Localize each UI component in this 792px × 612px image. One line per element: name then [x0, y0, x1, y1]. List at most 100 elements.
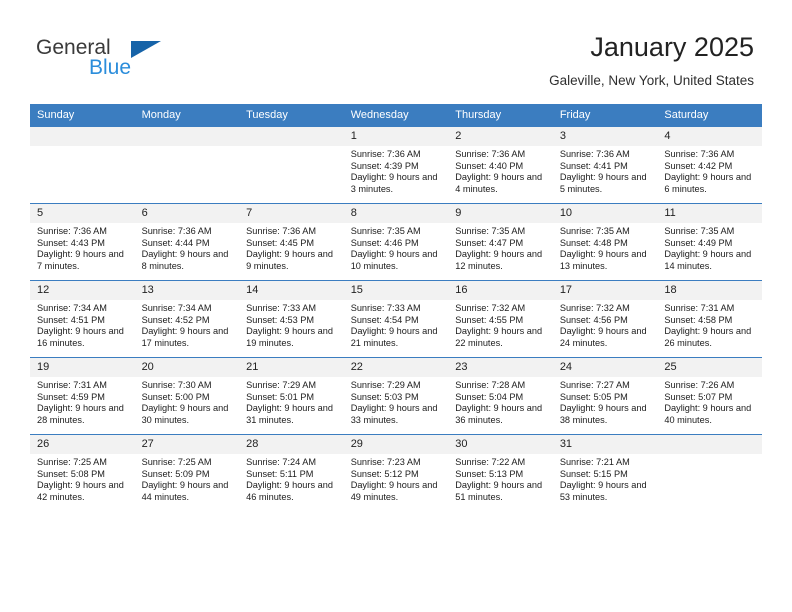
sunset-text: Sunset: 5:03 PM [350, 391, 419, 402]
daylight-text: Daylight: 9 hours and 5 minutes. [559, 172, 647, 194]
sunset-text: Sunset: 4:54 PM [350, 314, 419, 325]
sunset-text: Sunset: 4:47 PM [455, 237, 524, 248]
calendar-day-cell[interactable]: 26 Sunrise: 7:25 AM Sunset: 5:08 PM Dayligh… [30, 434, 135, 511]
calendar-day-cell[interactable]: 13 Sunrise: 7:34 AM Sunset: 4:52 PM Dayligh… [134, 280, 240, 358]
day-sun-info: Sunrise: 7:36 AM Sunset: 4:44 PM Daylight:… [135, 223, 240, 272]
day-sun-info: Sunrise: 7:29 AM Sunset: 5:01 PM Daylight:… [239, 377, 344, 426]
sunset-text: Sunset: 4:52 PM [141, 314, 210, 325]
calendar-day-cell[interactable]: 15 Sunrise: 7:33 AM Sunset: 4:54 PM Dayligh… [343, 280, 449, 358]
day-number: 27 [134, 435, 240, 454]
calendar-day-cell[interactable]: 31 Sunrise: 7:21 AM Sunset: 5:15 PM Dayligh… [552, 434, 658, 511]
sunrise-text: Sunrise: 7:24 AM [246, 457, 317, 467]
day-number: 12 [30, 281, 135, 300]
sunrise-text: Sunrise: 7:36 AM [350, 149, 421, 159]
location-subtitle: Galeville, New York, United States [549, 73, 754, 88]
calendar-day-cell[interactable]: 24 Sunrise: 7:27 AM Sunset: 5:05 PM Dayligh… [552, 357, 658, 435]
day-number: 26 [30, 435, 135, 454]
sunset-text: Sunset: 4:45 PM [246, 237, 315, 248]
day-number: 3 [552, 127, 658, 146]
calendar-day-cell[interactable]: 10 Sunrise: 7:35 AM Sunset: 4:48 PM Dayligh… [552, 203, 658, 281]
sunset-text: Sunset: 4:56 PM [559, 314, 628, 325]
sunset-text: Sunset: 4:42 PM [664, 160, 733, 171]
calendar-day-cell[interactable]: 23 Sunrise: 7:28 AM Sunset: 5:04 PM Dayligh… [448, 357, 553, 435]
calendar-day-cell[interactable]: 29 Sunrise: 7:23 AM Sunset: 5:12 PM Dayligh… [343, 434, 449, 511]
sunset-text: Sunset: 4:39 PM [350, 160, 419, 171]
day-sun-info: Sunrise: 7:36 AM Sunset: 4:42 PM Daylight:… [657, 146, 762, 195]
calendar-day-cell[interactable]: 21 Sunrise: 7:29 AM Sunset: 5:01 PM Dayligh… [239, 357, 344, 435]
calendar-day-cell[interactable]: 28 Sunrise: 7:24 AM Sunset: 5:11 PM Dayligh… [239, 434, 344, 511]
calendar-day-cell[interactable]: 1 Sunrise: 7:36 AM Sunset: 4:39 PM Daylight… [343, 126, 449, 204]
daylight-text: Daylight: 9 hours and 40 minutes. [664, 403, 752, 425]
day-sun-info: Sunrise: 7:34 AM Sunset: 4:51 PM Daylight:… [30, 300, 135, 349]
calendar-day-cell[interactable]: 20 Sunrise: 7:30 AM Sunset: 5:00 PM Dayligh… [134, 357, 240, 435]
calendar-body: 1 Sunrise: 7:36 AM Sunset: 4:39 PM Daylight… [30, 126, 762, 511]
day-number [239, 127, 344, 146]
calendar-day-cell[interactable]: 6 Sunrise: 7:36 AM Sunset: 4:44 PM Daylight… [134, 203, 240, 281]
day-number: 16 [448, 281, 553, 300]
sunset-text: Sunset: 4:59 PM [37, 391, 105, 402]
calendar-day-cell[interactable]: 7 Sunrise: 7:36 AM Sunset: 4:45 PM Daylight… [239, 203, 344, 281]
calendar-day-cell[interactable]: 14 Sunrise: 7:33 AM Sunset: 4:53 PM Dayligh… [239, 280, 344, 358]
weekday-header-thursday: Thursday [448, 104, 553, 127]
sunset-text: Sunset: 4:48 PM [559, 237, 628, 248]
day-number: 28 [239, 435, 344, 454]
day-sun-info: Sunrise: 7:35 AM Sunset: 4:47 PM Daylight:… [448, 223, 553, 272]
day-sun-info: Sunrise: 7:28 AM Sunset: 5:04 PM Daylight:… [448, 377, 553, 426]
sunrise-text: Sunrise: 7:25 AM [141, 457, 212, 467]
day-number: 9 [448, 204, 553, 223]
day-number: 19 [30, 358, 135, 377]
day-number: 4 [657, 127, 762, 146]
sunset-text: Sunset: 4:43 PM [37, 237, 105, 248]
daylight-text: Daylight: 9 hours and 31 minutes. [246, 403, 333, 425]
calendar-day-cell[interactable]: 22 Sunrise: 7:29 AM Sunset: 5:03 PM Dayligh… [343, 357, 449, 435]
calendar-day-cell[interactable]: 8 Sunrise: 7:35 AM Sunset: 4:46 PM Daylight… [343, 203, 449, 281]
calendar-day-cell-empty [30, 126, 135, 204]
day-number: 14 [239, 281, 344, 300]
calendar-day-cell[interactable]: 27 Sunrise: 7:25 AM Sunset: 5:09 PM Dayligh… [134, 434, 240, 511]
calendar-day-cell[interactable]: 2 Sunrise: 7:36 AM Sunset: 4:40 PM Daylight… [448, 126, 553, 204]
sunrise-text: Sunrise: 7:36 AM [559, 149, 630, 159]
general-blue-logo[interactable]: General Blue [36, 36, 236, 86]
calendar-day-cell[interactable]: 30 Sunrise: 7:22 AM Sunset: 5:13 PM Dayligh… [448, 434, 553, 511]
daylight-text: Daylight: 9 hours and 17 minutes. [141, 326, 229, 348]
sunrise-text: Sunrise: 7:30 AM [141, 380, 212, 390]
day-number: 24 [552, 358, 658, 377]
calendar-day-cell[interactable]: 17 Sunrise: 7:32 AM Sunset: 4:56 PM Dayligh… [552, 280, 658, 358]
daylight-text: Daylight: 9 hours and 10 minutes. [350, 249, 438, 271]
calendar-day-cell[interactable]: 18 Sunrise: 7:31 AM Sunset: 4:58 PM Dayligh… [657, 280, 762, 358]
weekday-header-row: Sunday Monday Tuesday Wednesday Thursday… [30, 104, 762, 127]
daylight-text: Daylight: 9 hours and 38 minutes. [559, 403, 647, 425]
day-sun-info: Sunrise: 7:24 AM Sunset: 5:11 PM Daylight:… [239, 454, 344, 503]
calendar-day-cell[interactable]: 19 Sunrise: 7:31 AM Sunset: 4:59 PM Dayligh… [30, 357, 135, 435]
day-sun-info: Sunrise: 7:21 AM Sunset: 5:15 PM Daylight:… [553, 454, 658, 503]
calendar-day-cell[interactable]: 3 Sunrise: 7:36 AM Sunset: 4:41 PM Daylight… [552, 126, 658, 204]
day-number: 15 [343, 281, 449, 300]
sunrise-text: Sunrise: 7:26 AM [664, 380, 735, 390]
sunrise-text: Sunrise: 7:36 AM [141, 226, 212, 236]
daylight-text: Daylight: 9 hours and 6 minutes. [664, 172, 752, 194]
daylight-text: Daylight: 9 hours and 8 minutes. [141, 249, 229, 271]
day-number: 29 [343, 435, 449, 454]
day-sun-info: Sunrise: 7:31 AM Sunset: 4:58 PM Daylight:… [657, 300, 762, 349]
day-number [657, 435, 762, 454]
sunrise-text: Sunrise: 7:34 AM [141, 303, 212, 313]
day-sun-info: Sunrise: 7:31 AM Sunset: 4:59 PM Daylight:… [30, 377, 135, 426]
sunrise-text: Sunrise: 7:35 AM [455, 226, 526, 236]
calendar-day-cell[interactable]: 12 Sunrise: 7:34 AM Sunset: 4:51 PM Dayligh… [30, 280, 135, 358]
daylight-text: Daylight: 9 hours and 36 minutes. [455, 403, 543, 425]
day-sun-info: Sunrise: 7:32 AM Sunset: 4:56 PM Daylight:… [553, 300, 658, 349]
sunset-text: Sunset: 4:41 PM [559, 160, 628, 171]
sunset-text: Sunset: 4:44 PM [141, 237, 210, 248]
calendar-day-cell[interactable]: 4 Sunrise: 7:36 AM Sunset: 4:42 PM Daylight… [657, 126, 762, 204]
weekday-header-tuesday: Tuesday [239, 104, 344, 127]
calendar-day-cell[interactable]: 5 Sunrise: 7:36 AM Sunset: 4:43 PM Daylight… [30, 203, 135, 281]
daylight-text: Daylight: 9 hours and 33 minutes. [350, 403, 438, 425]
sunrise-text: Sunrise: 7:36 AM [455, 149, 526, 159]
day-number: 10 [552, 204, 658, 223]
calendar-day-cell[interactable]: 16 Sunrise: 7:32 AM Sunset: 4:55 PM Dayligh… [448, 280, 553, 358]
daylight-text: Daylight: 9 hours and 16 minutes. [37, 326, 124, 348]
day-number: 8 [343, 204, 449, 223]
calendar-day-cell[interactable]: 11 Sunrise: 7:35 AM Sunset: 4:49 PM Dayligh… [657, 203, 762, 281]
calendar-day-cell[interactable]: 25 Sunrise: 7:26 AM Sunset: 5:07 PM Dayligh… [657, 357, 762, 435]
calendar-day-cell[interactable]: 9 Sunrise: 7:35 AM Sunset: 4:47 PM Daylight… [448, 203, 553, 281]
